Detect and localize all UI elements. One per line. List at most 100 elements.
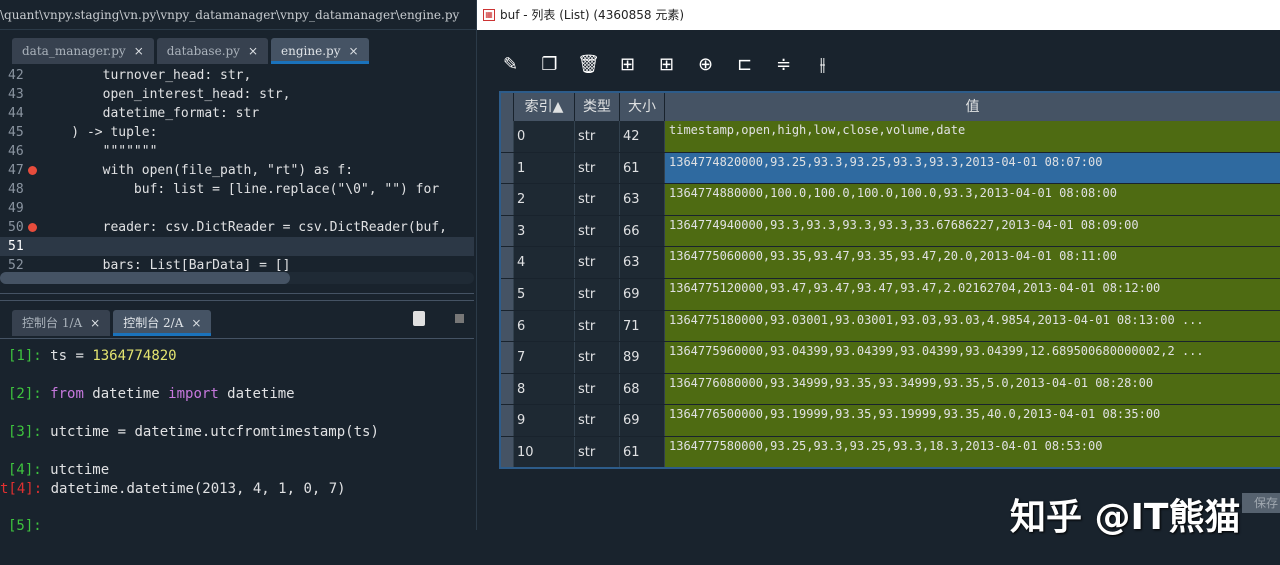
cell-index[interactable]: 7 bbox=[514, 342, 575, 373]
resize-columns-icon[interactable]: ⫲ bbox=[811, 52, 834, 78]
line-code: turnover_head: str, bbox=[40, 68, 252, 83]
tree-icon[interactable]: ⊏ bbox=[733, 52, 756, 78]
tab-label: 控制台 2/A bbox=[123, 316, 184, 330]
cell-size[interactable]: 66 bbox=[620, 215, 665, 247]
table-row[interactable]: 3 str 66 1364774940000,93.3,93.3,93.3,93.3,… bbox=[501, 215, 1280, 248]
cell-type[interactable]: str bbox=[575, 184, 620, 215]
cell-type[interactable]: str bbox=[575, 342, 620, 373]
insert-below-icon[interactable]: ⊞ bbox=[655, 52, 678, 78]
cell-type[interactable]: str bbox=[575, 152, 620, 184]
line-number: 52 bbox=[8, 258, 24, 272]
cell-value[interactable]: 1364776500000,93.19999,93.35,93.19999,93… bbox=[665, 405, 1280, 436]
cell-size[interactable]: 61 bbox=[620, 437, 665, 467]
table-row[interactable]: 1 str 61 1364774820000,93.25,93.3,93.25,93.… bbox=[501, 152, 1280, 185]
tab-engine[interactable]: engine.py × bbox=[271, 38, 369, 64]
cell-type[interactable]: str bbox=[575, 247, 620, 278]
code: utctime = datetime.utcfromtimestamp(ts) bbox=[50, 424, 379, 440]
cell-index[interactable]: 8 bbox=[514, 373, 575, 405]
table-row[interactable]: 4 str 63 1364775060000,93.35,93.47,93.35,93… bbox=[501, 247, 1280, 279]
close-icon[interactable]: × bbox=[349, 44, 359, 58]
breakpoint-icon[interactable] bbox=[28, 166, 37, 175]
table-row[interactable]: 2 str 63 1364774880000,100.0,100.0,100.0,10… bbox=[501, 184, 1280, 216]
cell-index[interactable]: 3 bbox=[514, 215, 575, 247]
cell-size[interactable]: 63 bbox=[620, 247, 665, 278]
row-gutter bbox=[501, 437, 514, 467]
table-row[interactable]: 6 str 71 1364775180000,93.03001,93.03001,93… bbox=[501, 310, 1280, 343]
code: ts = bbox=[50, 348, 93, 364]
cell-size[interactable]: 69 bbox=[620, 405, 665, 436]
cell-size[interactable]: 69 bbox=[620, 279, 665, 310]
tab-console-1[interactable]: 控制台 1/A × bbox=[12, 310, 111, 336]
tab-console-2[interactable]: 控制台 2/A × bbox=[113, 310, 212, 336]
cell-value[interactable]: 1364775120000,93.47,93.47,93.47,93.47,2.… bbox=[665, 279, 1280, 310]
cell-index[interactable]: 1 bbox=[514, 152, 575, 184]
clear-console-icon[interactable] bbox=[413, 311, 425, 326]
table-row[interactable]: 10 str 61 1364777580000,93.25,93.3,93.25,93… bbox=[501, 437, 1280, 467]
cell-value[interactable]: 1364776080000,93.34999,93.35,93.34999,93… bbox=[665, 373, 1280, 405]
cell-type[interactable]: str bbox=[575, 310, 620, 342]
cell-size[interactable]: 42 bbox=[620, 121, 665, 152]
cell-index[interactable]: 6 bbox=[514, 310, 575, 342]
table-row[interactable]: 8 str 68 1364776080000,93.34999,93.35,93.34… bbox=[501, 373, 1280, 406]
cell-type[interactable]: str bbox=[575, 437, 620, 467]
cell-size[interactable]: 89 bbox=[620, 342, 665, 373]
list-viewer-dialog: ▦ buf - 列表 (List) (4360858 元素) ✎ ❐ 🗑 ⊞ ⊞ … bbox=[476, 0, 1280, 530]
cell-value[interactable]: 1364775180000,93.03001,93.03001,93.03,93… bbox=[665, 310, 1280, 342]
header-value[interactable]: 值 bbox=[665, 93, 1280, 121]
cell-size[interactable]: 61 bbox=[620, 152, 665, 184]
cell-index[interactable]: 9 bbox=[514, 405, 575, 436]
cell-type[interactable]: str bbox=[575, 121, 620, 152]
close-icon[interactable]: × bbox=[90, 316, 100, 330]
cell-value[interactable]: timestamp,open,high,low,close,volume,dat… bbox=[665, 121, 1280, 152]
add-icon[interactable]: ⊕ bbox=[694, 52, 717, 78]
splitter-handle[interactable] bbox=[0, 293, 474, 301]
cell-type[interactable]: str bbox=[575, 405, 620, 436]
save-button[interactable]: 保存 bbox=[1242, 493, 1280, 513]
cell-value[interactable]: 1364774940000,93.3,93.3,93.3,93.3,33.676… bbox=[665, 215, 1280, 247]
tab-database[interactable]: database.py × bbox=[156, 38, 269, 64]
cell-index[interactable]: 10 bbox=[514, 437, 575, 467]
cell-value[interactable]: 1364774880000,100.0,100.0,100.0,100.0,93… bbox=[665, 184, 1280, 215]
delete-icon[interactable]: 🗑 bbox=[577, 52, 600, 78]
table-row[interactable]: 0 str 42 timestamp,open,high,low,close,volu… bbox=[501, 121, 1280, 153]
cell-value[interactable]: 1364777580000,93.25,93.3,93.25,93.3,18.3… bbox=[665, 437, 1280, 467]
copy-icon[interactable]: ❐ bbox=[538, 52, 561, 78]
cell-size[interactable]: 68 bbox=[620, 373, 665, 405]
horizontal-scrollbar[interactable] bbox=[0, 272, 474, 284]
scrollbar-thumb[interactable] bbox=[0, 272, 290, 284]
table-row[interactable]: 7 str 89 1364775960000,93.04399,93.04399,93… bbox=[501, 342, 1280, 374]
header-index[interactable]: 索引▲ bbox=[514, 93, 575, 121]
list-table[interactable]: 索引▲ 类型 大小 值 0 str 42 timestamp,open,high,lo… bbox=[499, 91, 1280, 469]
tab-data-manager[interactable]: data_manager.py × bbox=[12, 38, 154, 64]
cell-type[interactable]: str bbox=[575, 373, 620, 405]
stop-icon[interactable] bbox=[455, 314, 464, 323]
cell-size[interactable]: 63 bbox=[620, 184, 665, 215]
header-type[interactable]: 类型 bbox=[575, 93, 620, 121]
tab-label: database.py bbox=[166, 44, 240, 58]
table-row[interactable]: 5 str 69 1364775120000,93.47,93.47,93.47,93… bbox=[501, 279, 1280, 311]
header-size[interactable]: 大小 bbox=[620, 93, 665, 121]
close-icon[interactable]: × bbox=[191, 316, 201, 330]
insert-above-icon[interactable]: ⊞ bbox=[616, 52, 639, 78]
code-editor[interactable]: 42 turnover_head: str, 43 open_interest_h… bbox=[0, 66, 474, 272]
close-icon[interactable]: × bbox=[134, 44, 144, 58]
close-icon[interactable]: × bbox=[248, 44, 258, 58]
cell-index[interactable]: 4 bbox=[514, 247, 575, 278]
cell-type[interactable]: str bbox=[575, 279, 620, 310]
resize-rows-icon[interactable]: ≑ bbox=[772, 52, 795, 78]
number: 1364774820 bbox=[92, 348, 177, 364]
cell-size[interactable]: 71 bbox=[620, 310, 665, 342]
cell-type[interactable]: str bbox=[575, 215, 620, 247]
cell-value[interactable]: 1364774820000,93.25,93.3,93.25,93.3,93.3… bbox=[665, 152, 1280, 184]
cell-index[interactable]: 0 bbox=[514, 121, 575, 152]
cell-index[interactable]: 2 bbox=[514, 184, 575, 215]
edit-icon[interactable]: ✎ bbox=[499, 52, 522, 78]
table-row[interactable]: 9 str 69 1364776500000,93.19999,93.35,93.19… bbox=[501, 405, 1280, 437]
cell-value[interactable]: 1364775960000,93.04399,93.04399,93.04399… bbox=[665, 342, 1280, 373]
corner bbox=[501, 93, 514, 121]
ipython-console[interactable]: [1]: ts = 1364774820 [2]: from datetime … bbox=[0, 338, 474, 565]
cell-value[interactable]: 1364775060000,93.35,93.47,93.35,93.47,20… bbox=[665, 247, 1280, 278]
breakpoint-icon[interactable] bbox=[28, 223, 37, 232]
line-number: 46 bbox=[8, 144, 24, 159]
cell-index[interactable]: 5 bbox=[514, 279, 575, 310]
